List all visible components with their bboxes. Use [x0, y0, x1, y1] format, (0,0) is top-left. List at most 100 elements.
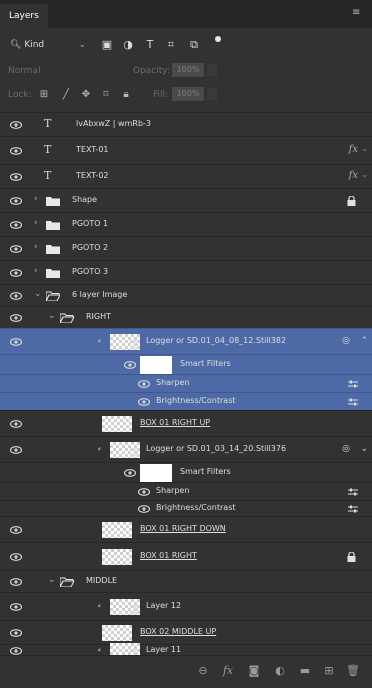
lock-artboard-icon[interactable]: ⌑	[100, 89, 112, 101]
visibility-eye-icon[interactable]	[10, 245, 24, 255]
chevron-down-icon[interactable]: ⌄	[48, 311, 56, 321]
visibility-eye-icon[interactable]	[10, 603, 24, 613]
chevron-down-icon[interactable]: ⌄	[48, 575, 56, 585]
lock-position-icon[interactable]: ✥	[80, 89, 92, 101]
chevron-down-icon[interactable]: ⌄	[361, 170, 368, 179]
visibility-eye-icon[interactable]	[10, 221, 24, 231]
visibility-eye-icon[interactable]	[138, 398, 152, 408]
visibility-eye-icon[interactable]	[10, 446, 24, 456]
layer-row[interactable]: › Shape	[0, 188, 372, 212]
visibility-eye-icon[interactable]	[10, 578, 24, 588]
visibility-eye-icon[interactable]	[10, 314, 24, 324]
layer-effects-icon[interactable]: fx	[349, 170, 358, 181]
lock-all-icon[interactable]: 🔒︎	[120, 89, 132, 101]
panel-menu-icon[interactable]: ≡	[352, 8, 364, 18]
visibility-eye-icon[interactable]	[10, 338, 24, 348]
layer-row[interactable]: ⸗ Layer 11	[0, 642, 372, 659]
visibility-eye-icon[interactable]	[10, 197, 24, 207]
filter-options-icon[interactable]	[348, 488, 358, 496]
visibility-eye-icon[interactable]	[138, 505, 152, 515]
visibility-eye-icon[interactable]	[124, 469, 138, 479]
layer-row[interactable]: Sharpen	[0, 482, 372, 500]
layer-row[interactable]: Smart Filters	[0, 354, 372, 374]
layer-name: TEXT-01	[76, 145, 109, 154]
filter-options-icon[interactable]	[348, 398, 358, 406]
layer-row[interactable]: TlvAbxwZ | wmRb-3	[0, 112, 372, 136]
add-mask-icon[interactable]: ◙	[247, 664, 261, 678]
layer-row[interactable]: ⸗ Logger or SD.01_03_14_20.Still376 ◎ ⌄	[0, 436, 372, 462]
visibility-eye-icon[interactable]	[10, 292, 24, 302]
chevron-right-icon[interactable]: ›	[34, 194, 38, 204]
adjustment-filter-icon[interactable]: ◑	[121, 38, 135, 52]
layer-row[interactable]: ⸗ Layer 12	[0, 592, 372, 620]
visibility-eye-icon[interactable]	[138, 380, 152, 390]
layer-effects-icon[interactable]: fx	[349, 144, 358, 155]
shape-filter-icon[interactable]: ⌗	[164, 38, 178, 52]
layer-row[interactable]: ⌄ RIGHT	[0, 306, 372, 328]
new-group-icon[interactable]: ▬	[298, 664, 312, 678]
new-layer-icon[interactable]: ⊞	[322, 664, 336, 678]
visibility-eye-icon[interactable]	[10, 173, 24, 183]
filter-mask-thumbnail[interactable]	[140, 464, 172, 482]
chevron-up-icon[interactable]: ⌃	[360, 336, 368, 346]
filter-toggle-icon[interactable]	[215, 36, 221, 42]
chevron-right-icon[interactable]: ›	[34, 242, 38, 252]
link-icon[interactable]: ⸗	[98, 336, 101, 345]
layer-row[interactable]: T TEXT-02 fx ⌄	[0, 164, 372, 188]
visibility-eye-icon[interactable]	[10, 147, 24, 157]
blend-mode-select[interactable]: Normal	[8, 66, 41, 76]
type-filter-icon[interactable]: T	[143, 38, 157, 52]
adjustment-layer-icon[interactable]: ◐	[273, 664, 287, 678]
chevron-down-icon[interactable]: ⌄	[360, 444, 368, 454]
link-icon[interactable]: ⸗	[98, 645, 101, 654]
link-layers-icon[interactable]: ⊖	[196, 664, 210, 678]
fx-icon[interactable]: fx	[221, 664, 235, 678]
fill-field[interactable]: 100%	[172, 87, 204, 101]
filter-kind-select[interactable]: 🔍︎ Kind ⌄	[10, 38, 90, 52]
layer-row[interactable]: Brightness/Contrast	[0, 500, 372, 516]
lock-transparent-icon[interactable]: ⊞	[38, 89, 50, 101]
visibility-eye-icon[interactable]	[10, 629, 24, 639]
opacity-field[interactable]: 100%	[172, 63, 204, 77]
tab-layers[interactable]: Layers	[0, 4, 48, 28]
layer-row[interactable]: BOX 01 RIGHT DOWN	[0, 516, 372, 542]
visibility-eye-icon[interactable]	[10, 553, 24, 563]
visibility-eye-icon[interactable]	[124, 361, 138, 371]
opacity-dropdown-icon[interactable]	[207, 64, 217, 76]
layer-row[interactable]: T TEXT-01 fx ⌄	[0, 136, 372, 164]
smart-object-filter-icon[interactable]: ⧉	[187, 38, 201, 52]
chevron-down-icon[interactable]: ⌄	[34, 289, 42, 299]
layer-row[interactable]: ⌄ 6 layer Image	[0, 284, 372, 306]
lock-paint-icon[interactable]: ╱	[60, 89, 72, 101]
layer-row[interactable]: Brightness/Contrast	[0, 392, 372, 410]
visibility-eye-icon[interactable]	[10, 420, 24, 430]
layers-panel: Layers ≡ 🔍︎ Kind ⌄ ▣ ◑ T ⌗ ⧉ Normal Opac…	[0, 0, 372, 688]
layer-row[interactable]: ⸗ Logger or SD.01_04_08_12.Still382 ◎ ⌃	[0, 328, 372, 354]
layer-row[interactable]: BOX 02 MIDDLE UP	[0, 620, 372, 644]
filter-mask-thumbnail[interactable]	[140, 356, 172, 374]
layer-row[interactable]: › PGOTO 2	[0, 236, 372, 260]
visibility-eye-icon[interactable]	[138, 488, 152, 498]
visibility-eye-icon[interactable]	[10, 269, 24, 279]
filter-options-icon[interactable]	[348, 380, 358, 388]
visibility-eye-icon[interactable]	[10, 526, 24, 536]
chevron-right-icon[interactable]: ›	[34, 266, 38, 276]
delete-layer-icon[interactable]: 🗑︎	[346, 664, 360, 678]
visibility-eye-icon[interactable]	[10, 121, 24, 131]
layer-row[interactable]: › PGOTO 3	[0, 260, 372, 284]
smart-filter-icon[interactable]: ◎	[342, 444, 350, 454]
link-icon[interactable]: ⸗	[98, 444, 101, 453]
filter-options-icon[interactable]	[348, 505, 358, 513]
layer-row[interactable]: BOX 01 RIGHT	[0, 542, 372, 570]
link-icon[interactable]: ⸗	[98, 601, 101, 610]
image-filter-icon[interactable]: ▣	[100, 38, 114, 52]
layer-row[interactable]: BOX 01 RIGHT UP	[0, 410, 372, 436]
layer-row[interactable]: Smart Filters	[0, 462, 372, 482]
chevron-right-icon[interactable]: ›	[34, 218, 38, 228]
layer-row[interactable]: Sharpen	[0, 374, 372, 392]
fill-dropdown-icon[interactable]	[207, 88, 217, 100]
smart-filter-icon[interactable]: ◎	[342, 336, 350, 346]
layer-row[interactable]: ⌄ MIDDLE	[0, 570, 372, 592]
chevron-down-icon[interactable]: ⌄	[361, 144, 368, 153]
layer-row[interactable]: › PGOTO 1	[0, 212, 372, 236]
